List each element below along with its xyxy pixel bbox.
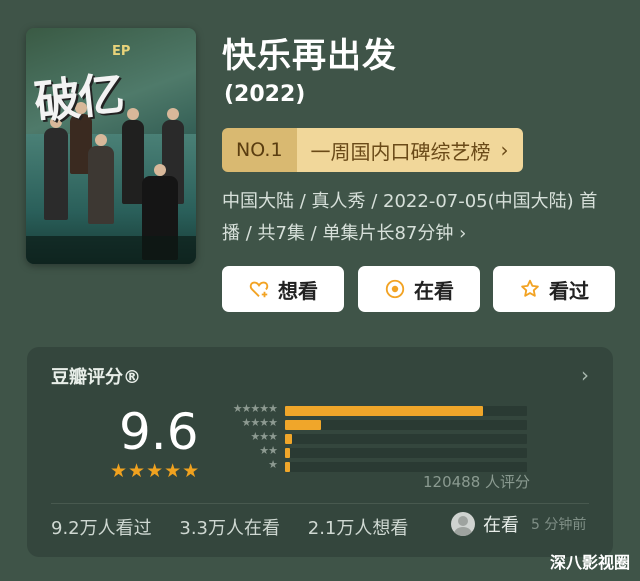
rank-list-name: 一周国内口碑综艺榜 › xyxy=(296,128,523,172)
audience-stats: 9.2万人看过 3.3万人在看 2.1万人想看 xyxy=(51,514,426,540)
row-track xyxy=(285,420,527,430)
row-fill xyxy=(285,448,290,458)
rating-count: 120488 人评分 xyxy=(423,473,531,491)
row-track xyxy=(285,406,527,416)
divider xyxy=(51,503,589,504)
poster-figure xyxy=(88,134,114,224)
heart-plus-icon xyxy=(248,278,270,300)
want-to-watch-button[interactable]: 想看 xyxy=(222,266,344,312)
stat-watching: 3.3万人在看 xyxy=(179,518,281,539)
show-year: (2022) xyxy=(224,82,306,107)
watching-button[interactable]: 在看 xyxy=(358,266,480,312)
row-stars: ★★★★★ xyxy=(232,402,278,415)
rank-list-label: 一周国内口碑综艺榜 xyxy=(310,139,491,164)
rank-number: NO.1 xyxy=(222,128,297,172)
chevron-right-icon: › xyxy=(500,138,509,162)
watched-button[interactable]: 看过 xyxy=(493,266,615,312)
rating-score: 9.6 xyxy=(119,403,199,461)
stat-watched: 9.2万人看过 xyxy=(51,518,152,539)
user-status-label: 在看 xyxy=(483,515,519,536)
row-fill xyxy=(285,434,293,444)
ranking-badge[interactable]: NO.1 一周国内口碑综艺榜 › xyxy=(222,128,523,172)
row-stars: ★★★★ xyxy=(241,416,278,429)
meta-line-2: 播 / 共7集 / 单集片长87分钟 › xyxy=(222,223,467,244)
rating-row-2: ★★ xyxy=(217,444,527,459)
row-track xyxy=(285,434,527,444)
poster-title-art: 破亿 xyxy=(31,66,125,130)
row-stars: ★ xyxy=(268,458,278,471)
rating-stars: ★★★★★ xyxy=(110,460,201,482)
stat-want: 2.1万人想看 xyxy=(307,518,409,539)
row-fill xyxy=(285,462,290,472)
rating-header: 豆瓣评分® xyxy=(51,367,141,388)
watermark: 深八影视圈 xyxy=(549,553,630,572)
poster-ep-mark: EP xyxy=(112,44,131,59)
user-status[interactable]: 在看 5 分钟前 xyxy=(451,511,586,537)
watched-label: 看过 xyxy=(549,278,589,303)
want-to-watch-label: 想看 xyxy=(278,278,318,303)
poster-figure xyxy=(44,116,68,220)
watching-label: 在看 xyxy=(414,278,454,303)
meta-line-1: 中国大陆 / 真人秀 / 2022-07-05(中国大陆) 首 xyxy=(222,191,598,212)
poster-image[interactable]: 破亿 EP xyxy=(26,28,196,264)
row-stars: ★★ xyxy=(259,444,278,457)
show-meta[interactable]: 中国大陆 / 真人秀 / 2022-07-05(中国大陆) 首 播 / 共7集 … xyxy=(222,186,622,250)
poster-figure xyxy=(122,108,144,204)
poster-footer xyxy=(26,236,196,264)
avatar xyxy=(451,512,475,536)
chevron-right-icon[interactable]: › xyxy=(581,363,589,387)
user-status-time: 5 分钟前 xyxy=(531,517,587,533)
row-stars: ★★★ xyxy=(250,430,278,443)
row-track xyxy=(285,448,527,458)
row-fill xyxy=(285,406,484,416)
radio-target-icon xyxy=(384,278,406,300)
row-fill xyxy=(285,420,322,430)
rating-card: 豆瓣评分® › 9.6 ★★★★★ ★★★★★ ★★★★ ★★★ ★★ ★ 12… xyxy=(27,347,613,557)
show-title: 快乐再出发 xyxy=(222,36,397,76)
star-icon xyxy=(519,278,541,300)
